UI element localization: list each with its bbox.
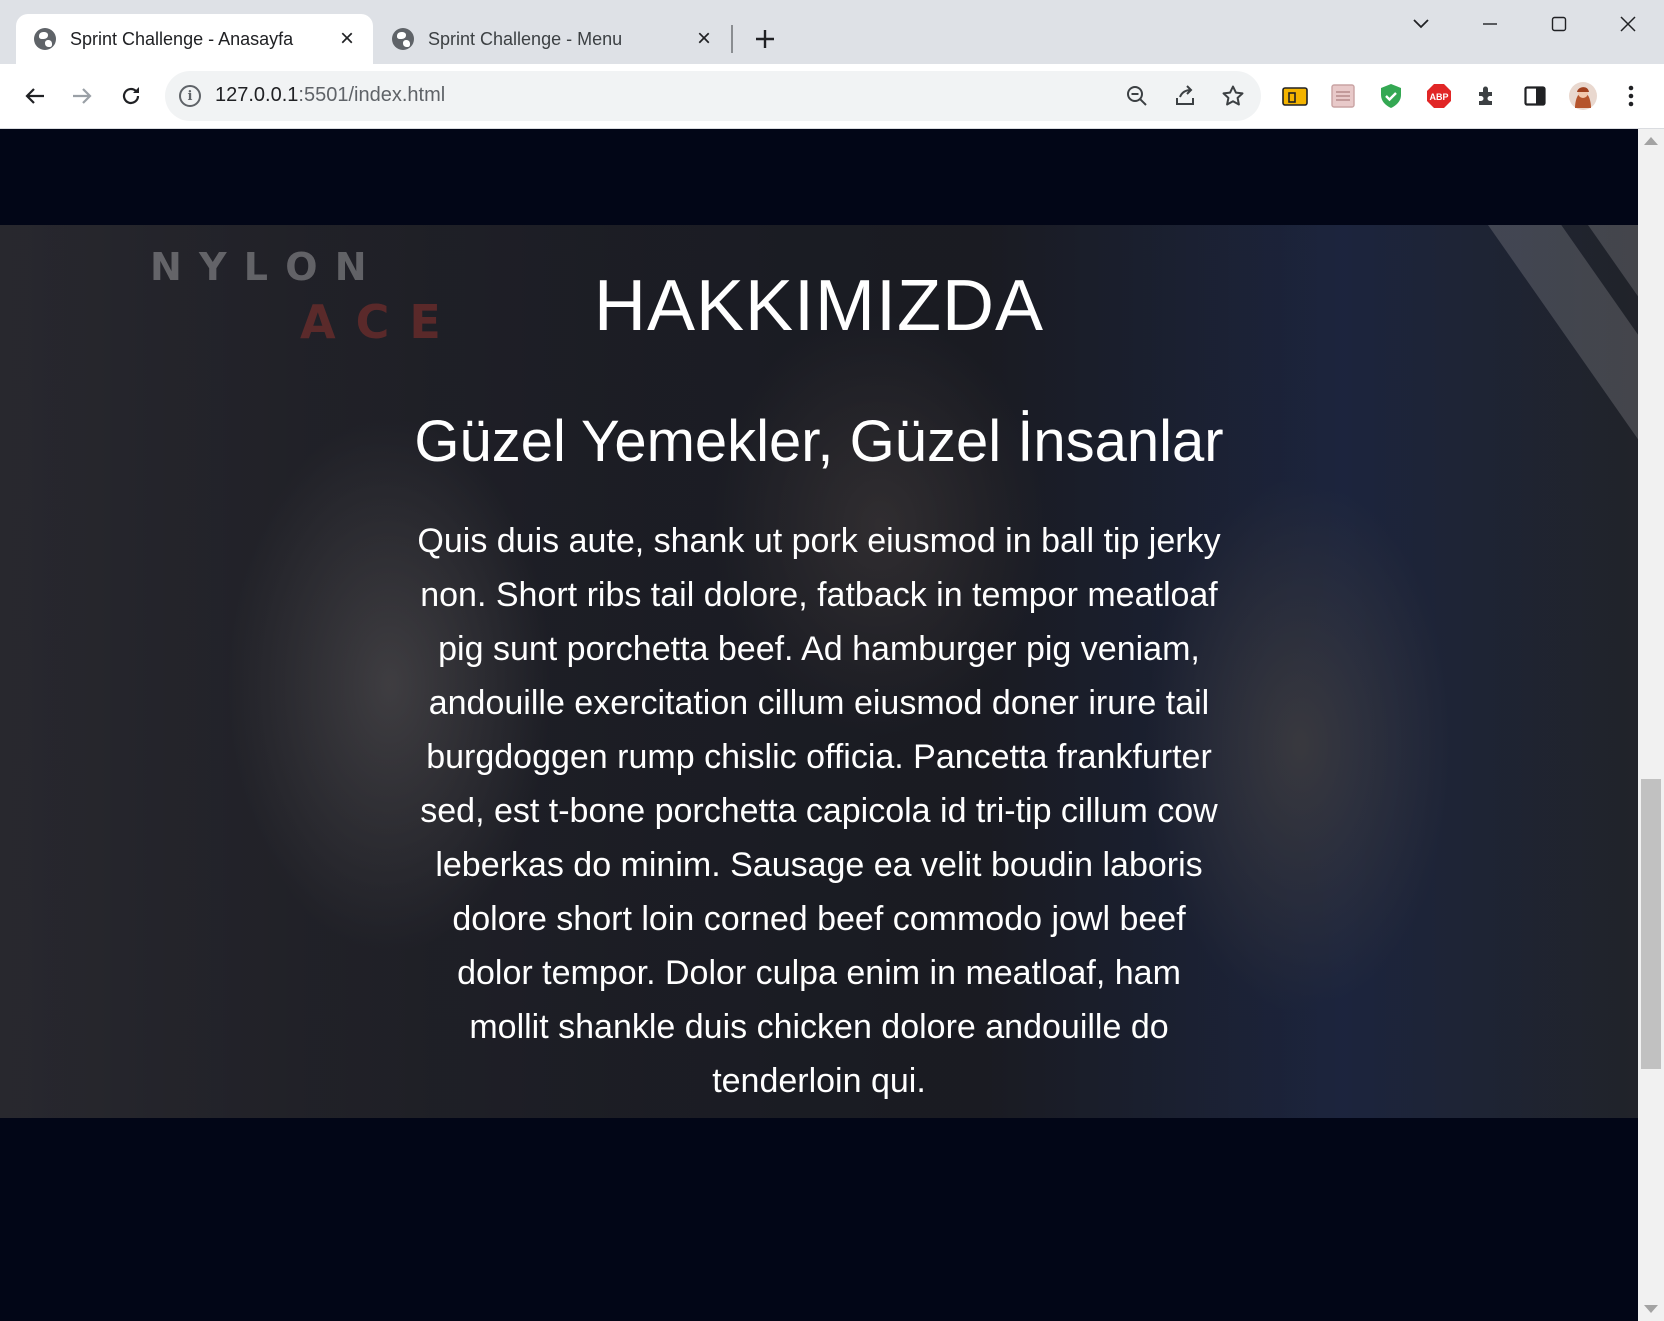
about-title: HAKKIMIZDA: [593, 266, 1045, 346]
globe-icon: [34, 28, 56, 50]
side-panel-icon[interactable]: [1521, 82, 1549, 110]
globe-icon: [392, 28, 414, 50]
url-path: :5501/index.html: [298, 84, 446, 106]
forward-button[interactable]: [64, 78, 100, 114]
tab-separator: [731, 25, 733, 53]
vertical-scrollbar[interactable]: [1638, 129, 1664, 1321]
maximize-button[interactable]: [1531, 8, 1587, 40]
zoom-out-icon[interactable]: [1123, 82, 1151, 110]
tab-search-button[interactable]: [1393, 8, 1449, 40]
new-tab-button[interactable]: [748, 22, 782, 56]
info-icon[interactable]: i: [179, 85, 201, 107]
page-viewport: N Y L O N A C E HAKKIMIZDA Güzel Yemekle…: [0, 129, 1664, 1321]
adblock-label: ABP: [1429, 92, 1448, 102]
puzzle-icon[interactable]: [1473, 82, 1501, 110]
url-text[interactable]: 127.0.0.1:5501/index.html: [215, 84, 445, 107]
tab-strip: Sprint Challenge - Anasayfa × Sprint Cha…: [0, 0, 1664, 64]
scroll-down-icon[interactable]: [1644, 1305, 1658, 1313]
about-subtitle: Güzel Yemekler, Güzel İnsanlar: [414, 409, 1224, 474]
about-section: N Y L O N A C E HAKKIMIZDA Güzel Yemekle…: [0, 225, 1638, 1118]
about-text: Quis duis aute, shank ut pork eiusmod in…: [417, 522, 1221, 1100]
window-extension-icon[interactable]: [1329, 82, 1357, 110]
reload-button[interactable]: [113, 78, 149, 114]
chevron-down-icon: [1413, 19, 1429, 29]
tab-menu[interactable]: Sprint Challenge - Menu ×: [374, 14, 730, 64]
reload-icon: [122, 87, 140, 105]
shield-icon[interactable]: [1377, 82, 1405, 110]
minimize-icon: [1483, 23, 1497, 25]
adblock-icon[interactable]: ABP: [1425, 82, 1453, 110]
star-icon[interactable]: [1219, 82, 1247, 110]
folder-extension-icon[interactable]: [1281, 82, 1309, 110]
browser-toolbar: i 127.0.0.1:5501/index.html ABP: [0, 64, 1664, 129]
plus-icon: [756, 30, 774, 48]
address-bar[interactable]: i 127.0.0.1:5501/index.html: [165, 71, 1261, 121]
kebab-menu-icon[interactable]: [1617, 82, 1645, 110]
close-tab-icon[interactable]: ×: [692, 27, 716, 51]
tab-title: Sprint Challenge - Menu: [428, 28, 623, 49]
tab-title: Sprint Challenge - Anasayfa: [70, 28, 294, 49]
close-icon: [1620, 16, 1636, 32]
back-button[interactable]: [17, 78, 53, 114]
scroll-up-icon[interactable]: [1644, 137, 1658, 145]
close-window-button[interactable]: [1600, 8, 1656, 40]
scrollbar-thumb[interactable]: [1641, 779, 1661, 1069]
maximize-icon: [1551, 16, 1567, 32]
url-host: 127.0.0.1: [215, 84, 299, 106]
share-icon[interactable]: [1171, 82, 1199, 110]
arrow-left-icon: [25, 88, 44, 104]
close-tab-icon[interactable]: ×: [335, 27, 359, 51]
arrow-right-icon: [73, 88, 92, 104]
avatar[interactable]: [1569, 82, 1597, 110]
minimize-button[interactable]: [1462, 8, 1518, 40]
tab-anasayfa[interactable]: Sprint Challenge - Anasayfa ×: [16, 14, 373, 64]
